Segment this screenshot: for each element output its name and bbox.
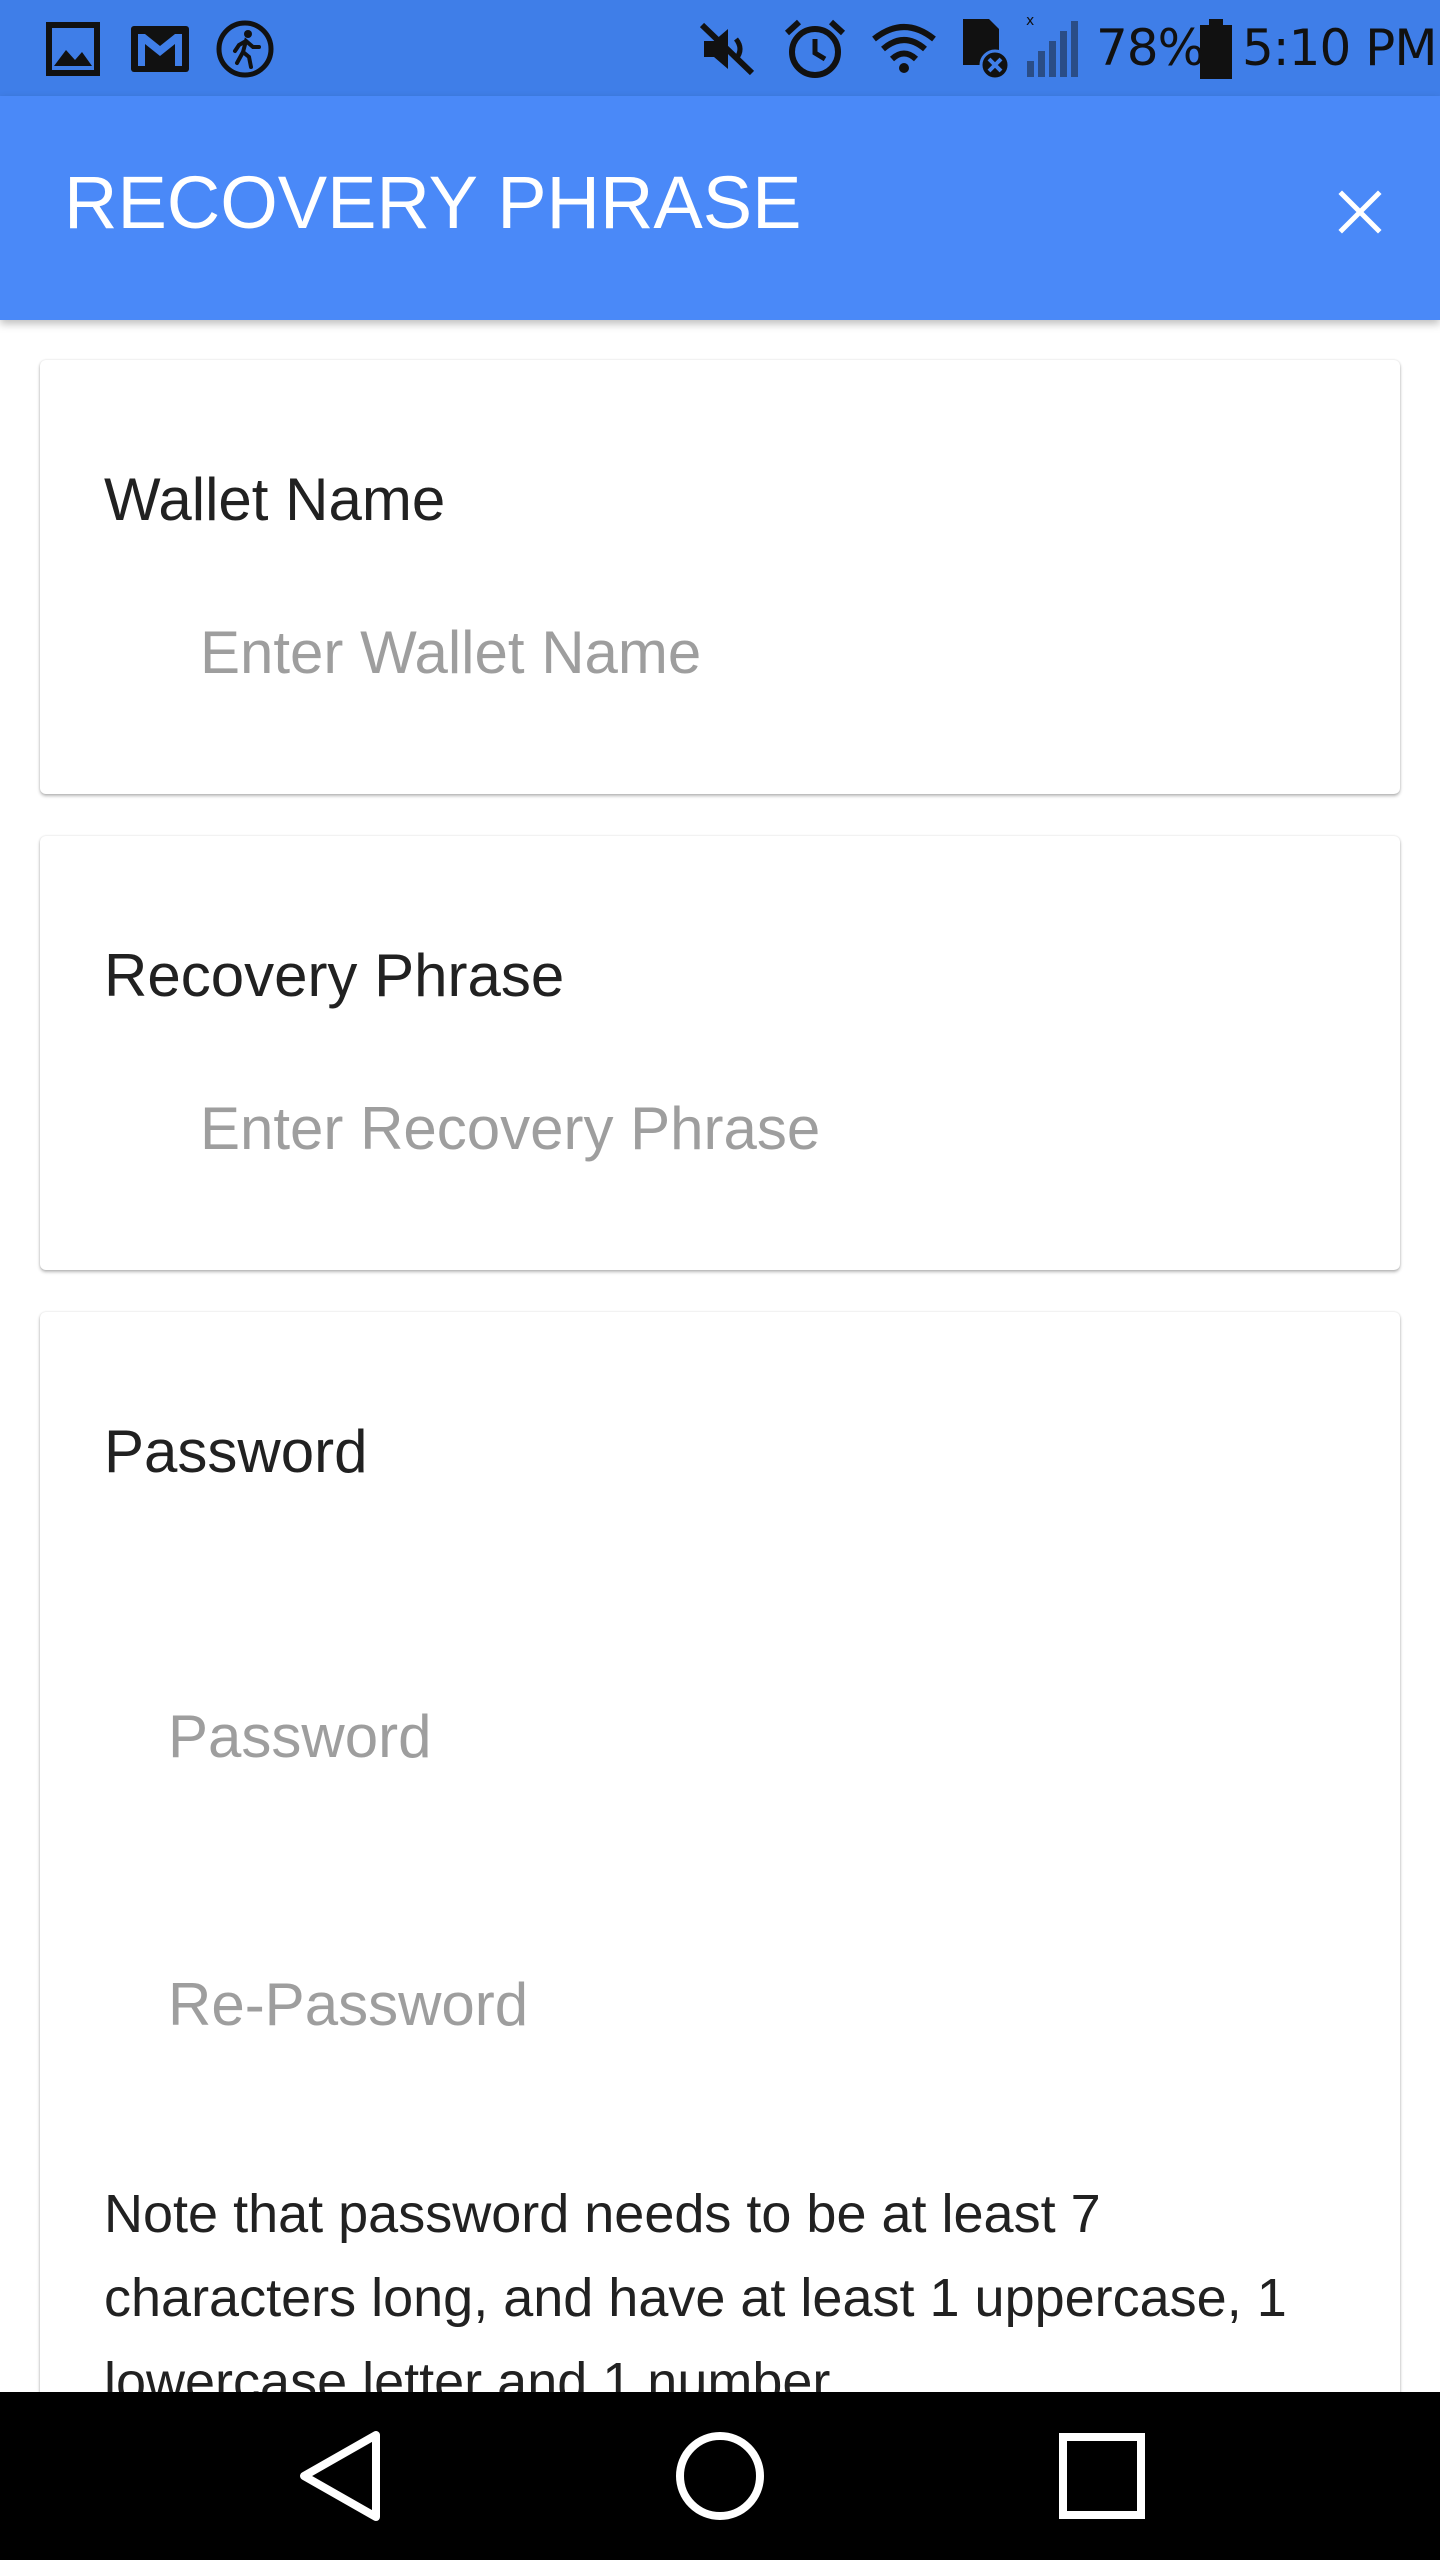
re-password-input[interactable]: [168, 1964, 1338, 2044]
page-title: RECOVERY PHRASE: [64, 161, 802, 244]
close-button[interactable]: [1320, 172, 1400, 252]
signal-icon: x: [1022, 12, 1082, 80]
home-icon: [674, 2430, 766, 2522]
password-label: Password: [104, 1418, 368, 1485]
recents-button[interactable]: [1052, 2426, 1152, 2526]
svg-text:x: x: [1026, 13, 1034, 29]
status-time: 5:10 PM: [1242, 19, 1437, 77]
home-button[interactable]: [670, 2426, 770, 2526]
password-card: Password Note that password needs to be …: [40, 1312, 1400, 2392]
alarm-icon: [782, 16, 848, 82]
gmail-icon: [128, 22, 192, 76]
back-button[interactable]: [290, 2426, 390, 2526]
battery-percent: 78%: [1096, 19, 1205, 77]
app-bar: RECOVERY PHRASE: [0, 96, 1440, 320]
gallery-icon: [44, 20, 102, 78]
content: Wallet Name Recovery Phrase Password Not…: [0, 320, 1440, 2392]
wifi-icon: [870, 20, 938, 76]
wallet-name-label: Wallet Name: [104, 466, 446, 533]
sd-card-icon: [958, 16, 1014, 82]
status-bar: x 78% 5:10 PM: [0, 0, 1440, 96]
recovery-phrase-input[interactable]: [200, 1088, 1340, 1168]
password-requirements-note: Note that password needs to be at least …: [104, 2184, 1287, 2392]
recovery-phrase-label: Recovery Phrase: [104, 942, 565, 1009]
back-icon: [296, 2429, 384, 2523]
wallet-name-input[interactable]: [200, 612, 1340, 692]
battery-icon: [1196, 16, 1236, 82]
fitness-icon: [214, 18, 276, 80]
mute-icon: [696, 20, 760, 78]
recents-icon: [1058, 2432, 1146, 2520]
password-input[interactable]: [168, 1696, 1338, 1776]
close-icon: [1338, 190, 1382, 234]
navigation-bar: [0, 2392, 1440, 2560]
wallet-name-card: Wallet Name: [40, 360, 1400, 794]
recovery-phrase-card: Recovery Phrase: [40, 836, 1400, 1270]
